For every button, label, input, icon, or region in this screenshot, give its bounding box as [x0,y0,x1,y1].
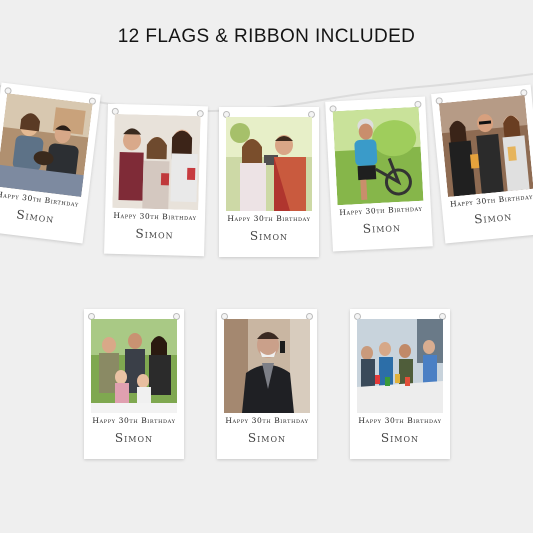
flag-name: Simon [247,431,287,445]
flag-name: Simon [249,229,289,243]
photo-friends-toasting [438,95,533,197]
bunting-flag-5: Happy 30th Birthday Simon [431,84,533,244]
flag-greeting: Happy 30th Birthday [339,203,423,218]
photo-cyclist [332,106,424,206]
flag-greeting: Happy 30th Birthday [227,214,311,223]
flag-greeting: Happy 30th Birthday [113,210,197,223]
bunting-flag-2: Happy 30th Birthday Simon [104,103,208,257]
flag-greeting: Happy 30th Birthday [225,416,309,425]
flag-7: Happy 30th Birthday Simon [217,309,317,459]
flag-6: Happy 30th Birthday Simon [84,309,184,459]
flag-name: Simon [380,431,420,445]
flag-greeting: Happy 30th Birthday [358,416,442,425]
flag-greeting: Happy 30th Birthday [92,416,176,425]
flag-name: Simon [473,208,513,227]
flag-name: Simon [135,226,174,242]
photo-couple-with-dog [0,93,93,198]
bunting-flag-4: Happy 30th Birthday Simon [325,96,433,252]
flag-8: Happy 30th Birthday Simon [350,309,450,459]
photo-couple-selfie [226,117,312,211]
photo-family-with-drink [112,113,201,211]
bunting-flag-3: Happy 30th Birthday Simon [219,107,319,257]
flag-name: Simon [114,431,154,445]
photo-party-celebration [357,319,443,413]
bunting-flag-1: Happy 30th Birthday Simon [0,82,101,244]
photo-family-group-garden [91,319,177,413]
photo-man-on-phone [224,319,310,413]
flag-name: Simon [362,219,402,236]
